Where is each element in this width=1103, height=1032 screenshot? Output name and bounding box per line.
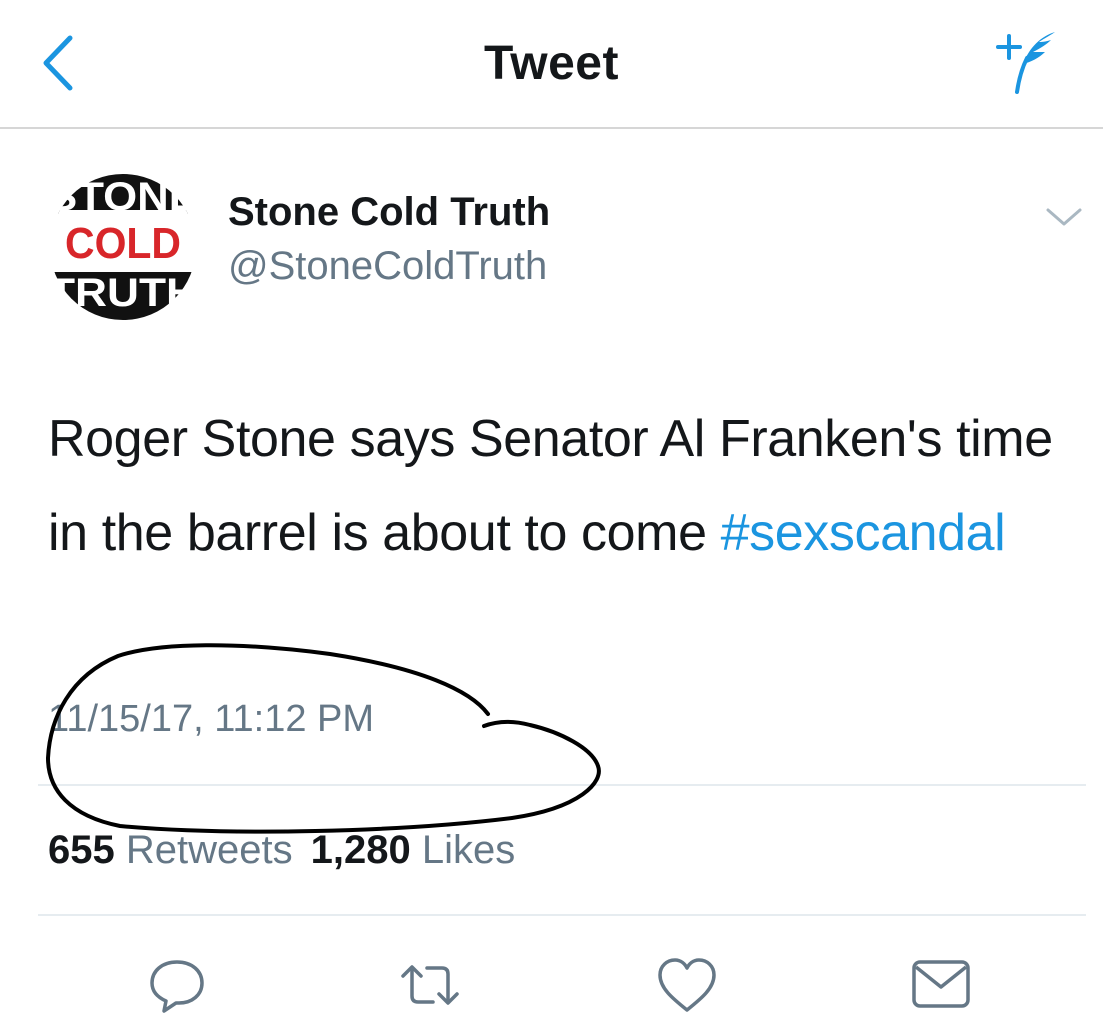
compose-tweet-icon (996, 32, 1055, 94)
retweet-button[interactable] (395, 950, 465, 1020)
compose-tweet-button[interactable] (995, 28, 1065, 98)
likes-stat[interactable]: 1,280 Likes (311, 828, 516, 872)
more-options-button[interactable] (1042, 200, 1086, 234)
likes-count: 1,280 (310, 828, 411, 872)
hashtag-link[interactable]: #sexscandal (721, 504, 1006, 562)
retweets-stat[interactable]: 655 Retweets (48, 828, 293, 872)
tweet-text: Roger Stone says Senator Al Franken's ti… (48, 392, 1078, 580)
divider (38, 784, 1086, 786)
divider (38, 914, 1086, 916)
svg-text:COLD: COLD (65, 219, 181, 268)
author-display-name[interactable]: Stone Cold Truth (228, 190, 550, 235)
retweet-icon (401, 965, 459, 1005)
like-button[interactable] (652, 950, 722, 1020)
chevron-down-icon (1046, 208, 1082, 226)
heart-icon (658, 958, 716, 1012)
nav-bar: Tweet (0, 0, 1103, 129)
retweets-count: 655 (48, 828, 115, 872)
direct-message-button[interactable] (906, 950, 976, 1020)
svg-text:STONE: STONE (48, 175, 198, 219)
tweet-stats: 655 Retweets 1,280 Likes (48, 828, 515, 873)
stone-cold-truth-logo: STONE COLD TRUTH (48, 174, 198, 320)
tweet-timestamp: 11/15/17, 11:12 PM (48, 698, 375, 740)
envelope-icon (912, 960, 970, 1008)
reply-button[interactable] (142, 950, 212, 1020)
likes-label: Likes (421, 828, 516, 872)
retweets-label: Retweets (125, 828, 293, 872)
page-title: Tweet (484, 37, 619, 90)
author-handle[interactable]: @StoneColdTruth (228, 244, 547, 289)
reply-icon (150, 960, 204, 1013)
svg-text:TRUTH: TRUTH (48, 271, 198, 315)
avatar[interactable]: STONE COLD TRUTH (48, 172, 198, 322)
